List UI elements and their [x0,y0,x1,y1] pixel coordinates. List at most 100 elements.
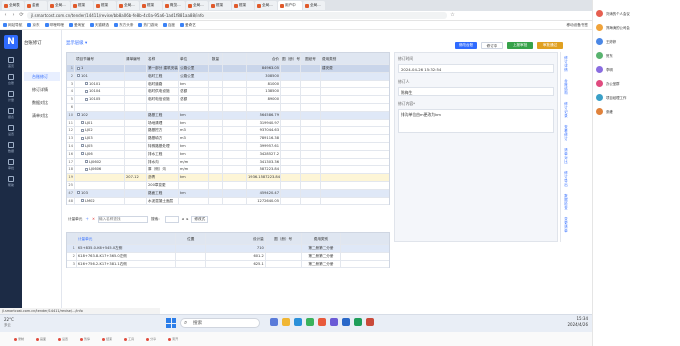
tree-toggle-icon[interactable] [85,167,88,171]
dock-button[interactable]: 暂停 [80,337,90,341]
detail-strip-item[interactable]: 修订记录 [563,102,569,118]
table-cell[interactable] [125,96,147,103]
table-row[interactable]: 12 LJ02 路基挖方 m3 937044.63 [67,127,389,136]
measure-search-input[interactable] [97,215,148,223]
browser-tab[interactable]: 框架 [232,1,254,10]
tree-toggle-icon[interactable] [81,144,84,148]
table-cell[interactable] [321,127,389,134]
table-cell[interactable] [301,119,321,127]
table-cell[interactable]: 临时道路 [147,80,179,88]
table-cell[interactable] [125,119,147,127]
table-cell[interactable]: m/m [179,166,209,174]
table-cell[interactable] [125,150,147,158]
browser-tab[interactable]: 框架 [209,1,231,10]
table-cell[interactable] [301,197,321,205]
table-row[interactable]: 25 200章变更 [67,181,389,190]
table-row[interactable]: 5 10105 临时电信设施 总额 89000 [67,96,389,104]
bookmark-item[interactable]: 东方头条 [114,23,133,28]
table-cell[interactable]: LM02 [75,197,125,205]
ppt-icon[interactable] [366,318,374,326]
table-cell[interactable] [209,181,223,189]
table-cell[interactable] [321,182,389,189]
measure-cell[interactable] [176,260,207,268]
table-row[interactable]: 16 LJ06 排水工程 km 3428527.2 [67,150,389,159]
table-cell[interactable] [223,111,247,119]
table-cell[interactable]: 1272640.05 [247,197,281,205]
dock-button[interactable]: 分享 [146,337,156,341]
dock-button[interactable]: 设置 [58,337,68,341]
table-cell[interactable] [209,150,223,158]
browser-tab[interactable]: 全局... [255,1,277,10]
table-cell[interactable]: 789116.38 [247,135,281,142]
delete-icon[interactable]: ✕ [92,217,95,221]
table-cell[interactable] [321,166,389,173]
table-cell[interactable] [125,65,147,72]
table-cell[interactable] [209,189,223,197]
tree-toggle-icon[interactable] [81,121,84,125]
table-cell[interactable]: 3428527.2 [247,150,281,158]
table-cell[interactable]: 路基挖方 [147,127,179,135]
subnav-item[interactable]: 修订详情 [24,85,60,94]
measure-row[interactable]: 3 K16+756.2-K17+381.1右侧 625.1 第二册第二分册 [67,260,389,269]
table-cell[interactable] [281,174,301,181]
dock-button[interactable]: 工具 [124,337,134,341]
table-cell[interactable]: 1 [75,65,125,72]
table-cell[interactable]: 路基填方 [147,135,179,142]
table-cell[interactable] [281,166,301,174]
table-cell[interactable]: 临时供电设施 [147,88,179,96]
table-cell[interactable] [301,111,321,119]
subnav-item[interactable]: 清单对比 [24,111,60,120]
table-cell[interactable] [125,88,147,96]
table-cell[interactable] [281,197,301,205]
measure-cell[interactable]: K18+763.8-K17+365.0左侧 [77,252,177,260]
browser-tab[interactable]: 框架 [140,1,162,10]
table-cell[interactable] [321,198,389,205]
submit-approval-button[interactable]: 上报审批 [507,42,533,49]
edge-icon[interactable] [294,318,302,326]
browser-tab[interactable]: 全局... [303,1,325,10]
table-cell[interactable] [281,119,301,127]
detail-strip-item[interactable]: 清单对比 [563,148,569,164]
tree-toggle-icon[interactable] [85,160,88,164]
measure-cell[interactable]: 601.2 [206,252,266,260]
table-row[interactable]: 13 LJ03 路基填方 m3 789116.38 [67,135,389,143]
table-cell[interactable] [281,111,301,119]
sidebar-item[interactable]: 计量 [2,89,20,103]
table-cell[interactable] [281,103,301,111]
level-selector[interactable]: 显示层级 ▾ [66,40,87,46]
table-cell[interactable] [125,80,147,88]
table-cell[interactable]: 10104 [75,88,125,96]
measure-cell[interactable]: 2 [67,252,77,260]
table-cell[interactable] [321,120,389,127]
tree-toggle-icon[interactable] [77,74,80,78]
table-cell[interactable] [301,103,321,111]
table-cell[interactable]: LJ05 [75,142,125,150]
table-cell[interactable]: 84963.05 [247,65,281,72]
measure-row[interactable]: 2 K18+763.8-K17+365.0左侧 601.2 第二册第二分册 [67,252,389,261]
measure-cell[interactable]: 1 [67,245,77,252]
tree-toggle-icon[interactable] [85,82,88,86]
table-cell[interactable]: km [179,142,209,150]
measure-cell[interactable]: 第二册第二分册 [302,245,342,252]
table-cell[interactable]: LJ01 [75,119,125,127]
tree-toggle-icon[interactable] [81,128,84,132]
table-cell[interactable] [147,103,179,111]
chat-item[interactable]: 李明 [596,62,676,76]
table-cell[interactable]: km [179,189,209,197]
table-cell[interactable] [321,190,389,197]
table-cell[interactable] [125,111,147,119]
table-cell[interactable] [223,135,247,142]
table-cell[interactable] [209,88,223,96]
approve-button[interactable]: 审批通过 [537,42,563,49]
table-cell[interactable] [321,112,389,119]
table-cell[interactable] [247,103,281,111]
table-cell[interactable] [209,103,223,111]
task-view-icon[interactable] [270,318,278,326]
revising-status-button[interactable]: 修订中 [481,42,503,49]
table-cell[interactable] [223,189,247,197]
table-row[interactable]: 6 [67,103,389,112]
table-cell[interactable] [125,142,147,150]
table-cell[interactable]: 1936.1587223.84 [247,174,281,181]
table-cell[interactable]: 场地清理 [147,119,179,127]
table-cell[interactable] [281,189,301,197]
